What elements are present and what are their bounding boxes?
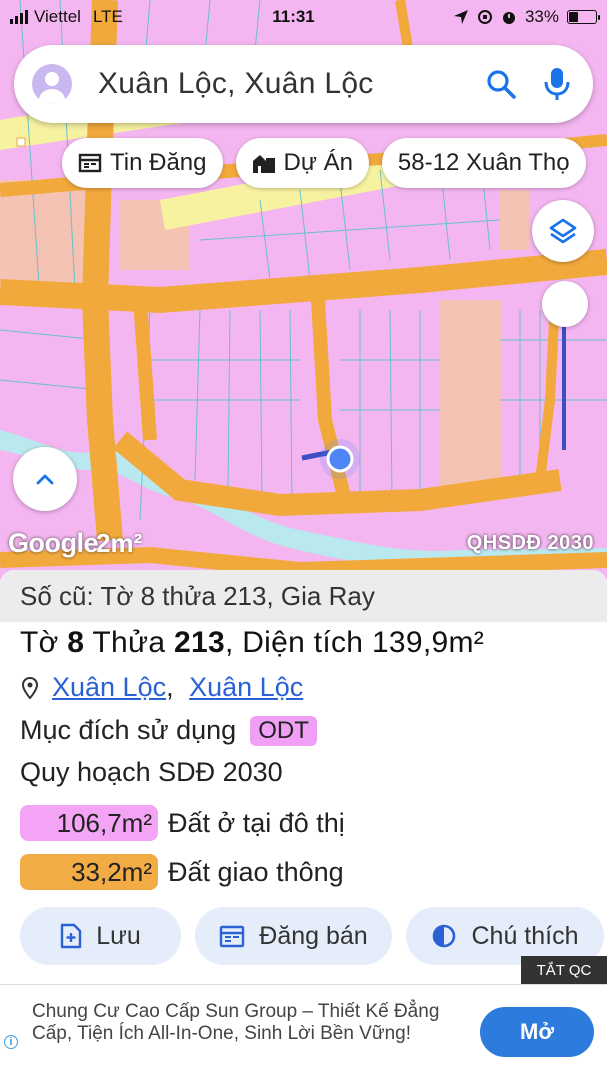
- layers-icon: [549, 218, 577, 244]
- land-use-purpose: Mục đích sử dụng ODT: [20, 715, 317, 746]
- location-link-district[interactable]: Xuân Lộc: [189, 672, 303, 702]
- area-breakdown-row: 106,7m² Đất ở tại đô thị: [20, 805, 345, 841]
- title-parcel-label: Thửa: [92, 626, 166, 659]
- chip-tin-dang[interactable]: Tin Đăng: [62, 138, 223, 188]
- parcel-title: Tờ 8 Thửa 213, Diện tích 139,9m²: [20, 626, 484, 660]
- building-icon: [252, 155, 275, 173]
- alarm-icon: [502, 12, 515, 24]
- chevron-up-icon: [36, 474, 54, 485]
- location-separator: ,: [166, 672, 174, 702]
- action-buttons: Lưu Đăng bán Chú thích: [20, 907, 604, 965]
- save-label: Lưu: [96, 921, 141, 950]
- old-parcel-info: Số cũ: Tờ 8 thửa 213, Gia Ray: [0, 570, 607, 622]
- chip-label: Tin Đăng: [110, 149, 207, 176]
- legend-label: Chú thích: [471, 921, 579, 950]
- calendar-icon: [220, 925, 245, 948]
- area-type-label: Đất ở tại đô thị: [168, 807, 345, 838]
- ad-text[interactable]: Chung Cư Cao Cấp Sun Group – Thiết Kế Đẳ…: [32, 1001, 452, 1045]
- area-breakdown-row: 33,2m² Đất giao thông: [20, 854, 344, 890]
- location-pin-icon: [22, 676, 38, 699]
- title-sheet-label: Tờ: [20, 626, 59, 659]
- area-value-pill: 33,2m²: [20, 854, 158, 890]
- chip-du-an[interactable]: Dự Án: [235, 138, 369, 188]
- bookmark-add-icon: [61, 923, 82, 949]
- search-bar[interactable]: Xuân Lộc, Xuân Lộc: [14, 45, 593, 123]
- search-icon[interactable]: [485, 68, 517, 100]
- map-scale-label: 2m²: [96, 528, 143, 558]
- land-parcel-area: [0, 180, 90, 290]
- expand-sheet-button[interactable]: [13, 447, 77, 511]
- microphone-icon[interactable]: [543, 66, 571, 102]
- current-location-marker: [326, 445, 354, 473]
- filter-chips: Tin Đăng Dự Án 58-12 Xuân Thọ: [62, 138, 586, 188]
- parcel-info-sheet: Số cũ: Tờ 8 thửa 213, Gia Ray Tờ 8 Thửa …: [0, 570, 607, 990]
- battery-icon: [567, 10, 600, 24]
- google-logo: Google: [8, 528, 99, 558]
- chip-label: 58-12 Xuân Thọ: [397, 149, 570, 176]
- land-parcel-area: [440, 300, 502, 500]
- opacity-slider-handle[interactable]: [542, 281, 588, 327]
- search-input[interactable]: Xuân Lộc, Xuân Lộc: [98, 67, 485, 101]
- orientation-lock-icon: [477, 10, 492, 24]
- status-time: 11:31: [272, 7, 315, 26]
- plan-label: Quy hoạch SDĐ 2030: [20, 757, 283, 787]
- news-icon: [78, 153, 102, 173]
- post-for-sale-label: Đăng bán: [259, 921, 368, 950]
- location-link-commune[interactable]: Xuân Lộc: [52, 672, 166, 702]
- network-type: LTE: [92, 7, 123, 26]
- close-ad-button[interactable]: TẮT QC: [521, 956, 607, 984]
- ad-open-button[interactable]: Mở: [480, 1007, 594, 1057]
- map-view[interactable]: Viettel LTE 11:31 33% Xuân Lộc, Xuân Lộc: [0, 0, 607, 580]
- sheet-number: 8: [67, 626, 85, 659]
- chip-label: Dự Án: [283, 149, 353, 176]
- signal-strength-icon: [10, 10, 28, 24]
- avatar[interactable]: [32, 64, 72, 104]
- ad-banner[interactable]: i Chung Cư Cao Cấp Sun Group – Thiết Kế …: [0, 984, 607, 1080]
- location-arrow-icon: [453, 10, 468, 24]
- contrast-icon: [433, 924, 456, 948]
- status-bar: Viettel LTE 11:31 33%: [0, 0, 607, 34]
- layers-button[interactable]: [532, 200, 594, 262]
- carrier-name: Viettel: [34, 7, 81, 26]
- map-point-marker: [16, 137, 26, 147]
- save-button[interactable]: Lưu: [20, 907, 181, 965]
- post-for-sale-button[interactable]: Đăng bán: [195, 907, 392, 965]
- opacity-slider-track[interactable]: [562, 320, 566, 450]
- map-layer-label: QHSDĐ 2030: [466, 532, 594, 554]
- purpose-code-badge: ODT: [250, 715, 317, 746]
- parcel-area: 139,9m²: [371, 626, 485, 659]
- parcel-number: 213: [173, 626, 225, 659]
- parcel-location: Xuân Lộc, Xuân Lộc: [22, 672, 303, 703]
- area-value-pill: 106,7m²: [20, 805, 158, 841]
- ad-info-icon[interactable]: i: [4, 1035, 18, 1049]
- area-type-label: Đất giao thông: [168, 856, 344, 887]
- battery-percent: 33%: [524, 7, 559, 26]
- title-area-label: , Diện tích: [224, 626, 364, 659]
- purpose-label: Mục đích sử dụng: [20, 715, 237, 745]
- chip-address[interactable]: 58-12 Xuân Thọ: [381, 138, 586, 188]
- land-parcel-area: [500, 190, 530, 250]
